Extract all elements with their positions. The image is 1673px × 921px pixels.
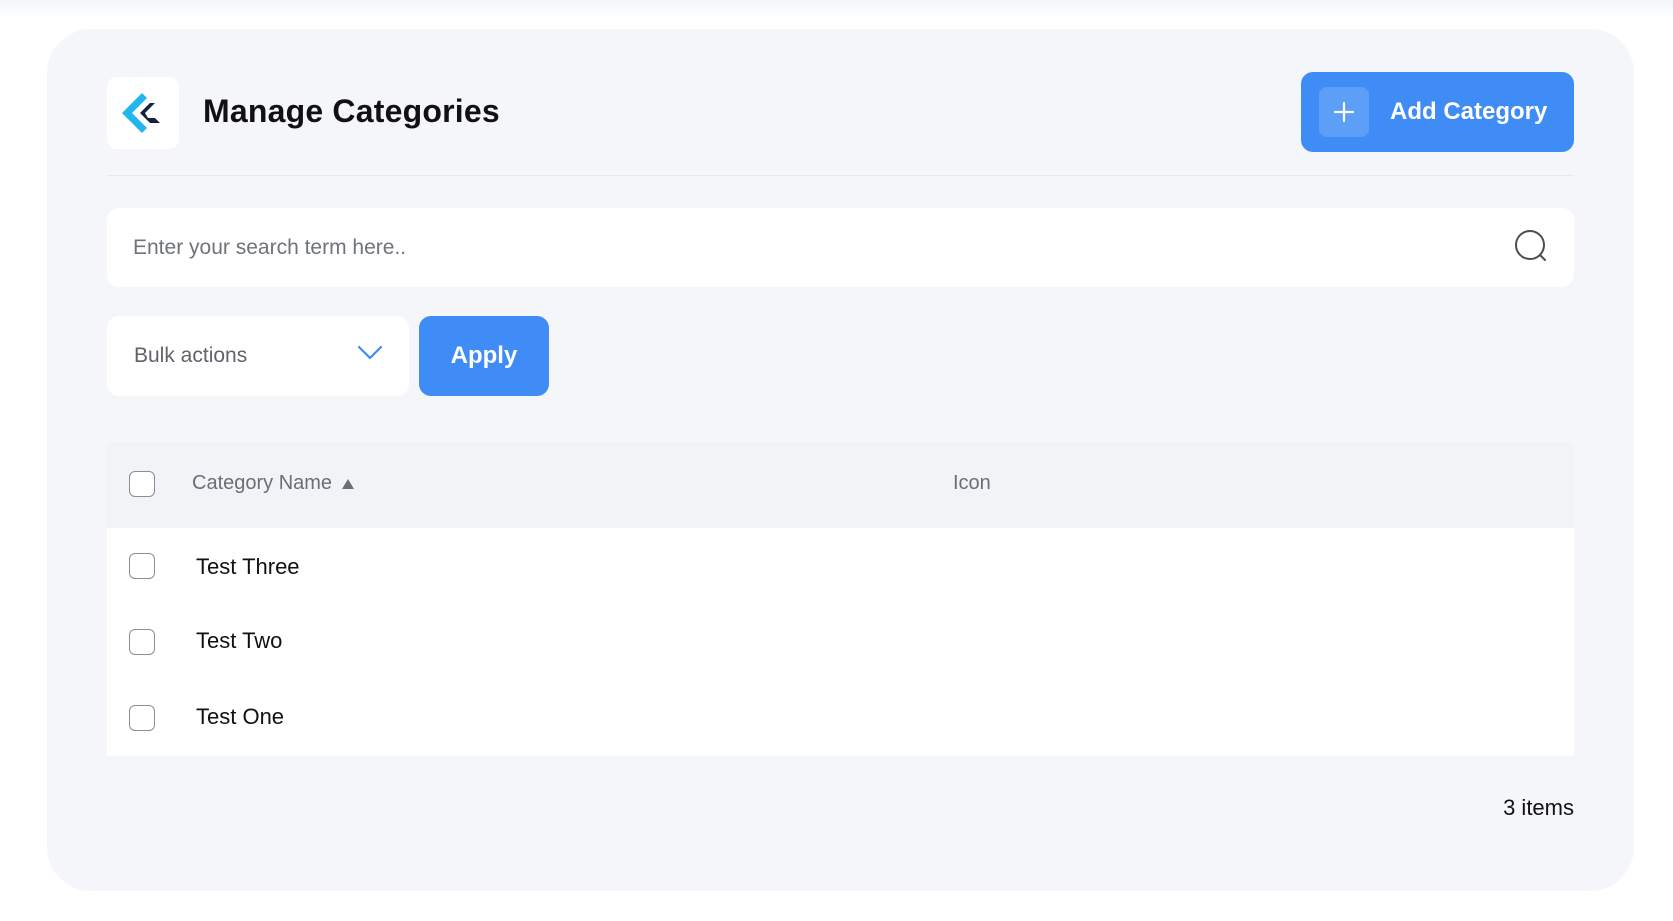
- header-divider: [107, 175, 1574, 176]
- table-row: Test Three: [107, 528, 1574, 604]
- column-header-icon: Icon: [953, 472, 991, 494]
- manage-categories-panel: Manage Categories Add Category Bulk acti…: [47, 29, 1634, 891]
- logo-icon: [122, 93, 160, 133]
- table-row: Test Two: [107, 604, 1574, 680]
- bulk-actions-value: Bulk actions: [134, 344, 248, 367]
- chevron-down-icon: [357, 345, 383, 360]
- table-row: Test One: [107, 680, 1574, 756]
- search-bar: [107, 208, 1574, 287]
- plus-icon: [1319, 87, 1369, 137]
- column-header-category-name-label: Category Name: [192, 472, 333, 494]
- row-checkbox[interactable]: [129, 629, 155, 655]
- top-shadow: [0, 0, 1673, 18]
- row-checkbox[interactable]: [129, 553, 155, 579]
- page-title: Manage Categories: [203, 93, 500, 129]
- add-category-button[interactable]: Add Category: [1301, 72, 1574, 152]
- category-name-cell: Test One: [196, 704, 285, 729]
- search-icon[interactable]: [1514, 229, 1550, 265]
- add-category-label: Add Category: [1390, 98, 1548, 125]
- category-name-cell: Test Two: [196, 628, 283, 653]
- categories-table: Category Name Icon Test Three Test Two T…: [107, 442, 1574, 756]
- table-header: Category Name Icon: [107, 442, 1574, 528]
- apply-button[interactable]: Apply: [419, 316, 549, 396]
- select-all-checkbox[interactable]: [129, 471, 155, 497]
- app-logo: [107, 77, 179, 149]
- search-input[interactable]: [107, 208, 1574, 287]
- sort-ascending-icon: [342, 478, 355, 489]
- page-header: Manage Categories Add Category: [107, 72, 1574, 157]
- column-header-category-name[interactable]: Category Name: [192, 472, 355, 495]
- table-body: Test Three Test Two Test One: [107, 528, 1574, 756]
- category-name-cell: Test Three: [196, 554, 300, 579]
- bulk-actions-select[interactable]: Bulk actions: [107, 316, 409, 396]
- row-checkbox[interactable]: [129, 705, 155, 731]
- items-count: 3 items: [1503, 795, 1574, 820]
